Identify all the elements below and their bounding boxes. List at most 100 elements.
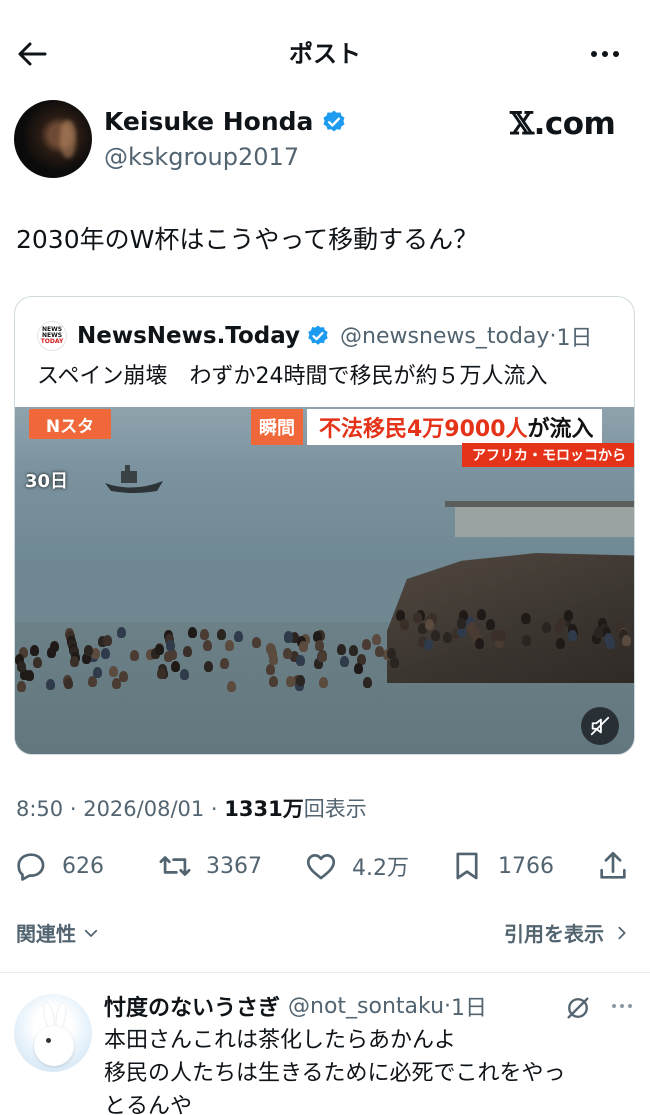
volume-muted-icon <box>590 716 610 736</box>
swimmer <box>413 611 423 623</box>
swimmer <box>17 661 27 673</box>
swimmer <box>101 647 111 659</box>
swimmer <box>424 638 434 650</box>
swimmer <box>266 664 276 676</box>
share-icon <box>600 851 626 879</box>
swimmer <box>252 637 262 649</box>
like-count: 4.2万 <box>352 856 409 881</box>
reply-author-name[interactable]: 忖度のないうさぎ <box>104 990 280 1022</box>
post-meta: 8:50 · 2026/08/01 · 1331万回表示 <box>16 797 367 821</box>
swimmer <box>83 645 93 657</box>
swimmer <box>219 657 229 669</box>
swimmer <box>234 631 244 643</box>
swimmer <box>118 670 128 682</box>
swimmer <box>442 632 452 644</box>
reply-line: とるんや <box>104 1094 193 1115</box>
reply-line: 移民の人たちは生きるために必死でこれをやっ <box>104 1061 566 1086</box>
swimmer <box>353 662 363 674</box>
bookmark-button[interactable]: 1766 <box>450 840 554 892</box>
swimmer <box>17 680 27 692</box>
swimmer <box>63 677 73 689</box>
swimmer <box>336 644 346 656</box>
swimmer <box>285 675 295 687</box>
caption-sub: アフリカ・モロッコから <box>462 443 634 467</box>
quoted-author-name[interactable]: NewsNews.Today <box>77 323 300 349</box>
swimmer <box>621 634 631 646</box>
swimmer <box>283 647 293 659</box>
more-horizontal-icon <box>612 1004 616 1008</box>
watermark-domain: .com <box>533 106 616 142</box>
swimmer <box>295 674 305 686</box>
swimmer <box>188 627 198 638</box>
reply-count: 626 <box>62 853 104 879</box>
verified-badge-icon <box>323 110 345 132</box>
swimmer <box>593 626 603 638</box>
swimmer <box>399 619 409 631</box>
retweet-count: 3367 <box>206 853 262 879</box>
author-handle[interactable]: @kskgroup2017 <box>104 142 299 172</box>
more-horizontal-icon <box>591 51 597 57</box>
caption-main: 不法移民4万9000人 が流入 <box>307 409 602 445</box>
view-count-label: 回表示 <box>303 797 367 821</box>
verified-badge-icon <box>308 325 328 345</box>
swimmer <box>318 651 328 663</box>
like-button[interactable]: 4.2万 <box>304 840 409 892</box>
retweet-icon <box>159 856 191 876</box>
reply-text: 本田さんこれは茶化したらあかんよ 移民の人たちは生きるために必死でこれをやっ と… <box>104 1024 634 1115</box>
swimmer <box>372 634 382 646</box>
swimmer <box>92 667 102 679</box>
swimmer <box>362 638 372 650</box>
swimmer <box>49 641 59 653</box>
swimmer <box>200 628 210 640</box>
swimmer <box>88 676 98 688</box>
bookmark-icon <box>456 852 478 880</box>
sort-dropdown[interactable]: 関連性 <box>16 918 100 947</box>
swimmer <box>269 676 279 688</box>
swimmer <box>130 650 140 662</box>
caption-main-red: 不法移民4万9000人 <box>319 417 528 442</box>
divider <box>0 972 650 973</box>
swimmer <box>25 670 35 682</box>
reply-button[interactable]: 626 <box>14 840 104 892</box>
post-date: 2026/08/01 <box>83 797 205 821</box>
replies-sort-row: 関連性 引用を表示 <box>0 912 650 956</box>
reply-icon <box>17 853 45 881</box>
separator-dot: · <box>549 323 557 349</box>
author-avatar[interactable] <box>14 100 92 178</box>
swimmer <box>604 633 614 645</box>
retweet-button[interactable]: 3367 <box>158 840 262 892</box>
reply-time[interactable]: 1日 <box>451 990 487 1022</box>
quoted-post-video[interactable]: Nスタ 30日 瞬間 不法移民4万9000人 が流入 アフリカ・モロッコから <box>15 407 634 754</box>
top-bar: ポスト <box>0 0 650 108</box>
quoted-author-handle[interactable]: @newsnews_today <box>340 324 549 349</box>
action-bar: 626 3367 4.2万 1766 <box>0 840 650 892</box>
author-name-row[interactable]: Keisuke Honda <box>104 106 347 138</box>
swimmer <box>102 635 112 647</box>
swimmer <box>32 656 42 668</box>
boat-image <box>105 465 163 493</box>
quoted-post-card[interactable]: NEWS NEWS TODAY NewsNews.Today @newsnews… <box>14 296 635 755</box>
swimmer <box>70 655 80 667</box>
view-count: 1331万 <box>224 797 304 821</box>
share-button[interactable] <box>596 840 630 892</box>
reply-more-button[interactable] <box>606 992 638 1020</box>
swimmer <box>166 640 176 652</box>
reply-author-handle[interactable]: @not_sontaku <box>288 994 444 1019</box>
mute-button[interactable] <box>581 707 619 745</box>
swimmer <box>298 640 308 652</box>
swimmer <box>389 656 399 668</box>
swimmer <box>157 667 167 679</box>
swimmer <box>170 660 180 672</box>
more-button[interactable] <box>582 38 628 70</box>
program-badge: Nスタ <box>29 409 111 439</box>
x-logo-icon: 𝕏 <box>510 106 534 142</box>
reply-author-avatar[interactable] <box>14 994 92 1072</box>
swimmer <box>474 637 484 649</box>
swimmer <box>564 610 574 622</box>
quoted-author-avatar[interactable]: NEWS NEWS TODAY <box>37 321 67 351</box>
video-date-label: 30日 <box>25 471 69 492</box>
quoted-post-time[interactable]: 1日 <box>556 320 592 352</box>
swimmers-crowd <box>15 609 634 697</box>
view-quotes-link[interactable]: 引用を表示 <box>504 918 630 947</box>
grok-icon[interactable] <box>564 994 592 1022</box>
